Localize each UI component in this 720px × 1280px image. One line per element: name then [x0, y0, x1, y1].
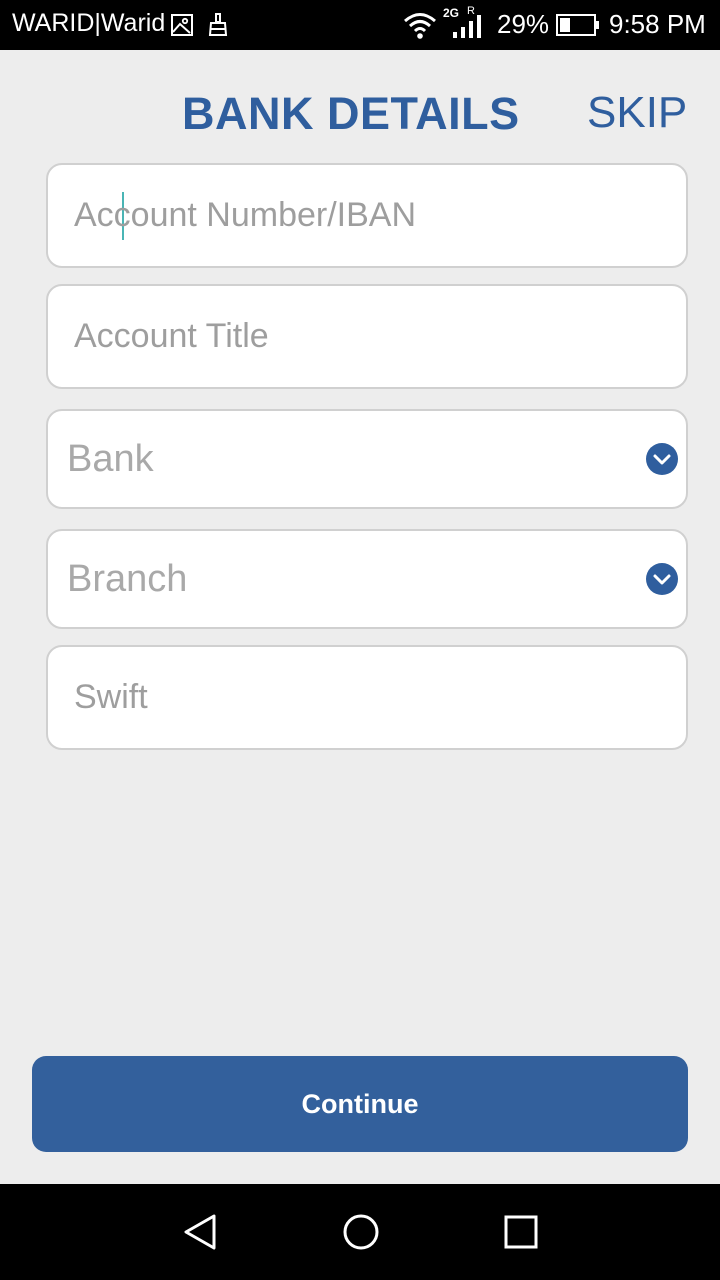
swift-field[interactable]	[46, 645, 688, 750]
bank-select-label: Bank	[67, 437, 154, 480]
carrier-name: WARID|Warid	[12, 9, 166, 37]
bank-select[interactable]: Bank	[46, 409, 688, 509]
branch-select-label: Branch	[67, 557, 188, 600]
signal-icon	[453, 15, 481, 38]
account-title-field[interactable]	[46, 284, 688, 389]
skip-button[interactable]: SKIP	[587, 88, 687, 138]
gallery-icon	[171, 14, 193, 36]
account-title-input[interactable]	[74, 286, 654, 387]
account-number-field[interactable]	[46, 163, 688, 268]
battery-percent: 29%	[497, 9, 550, 39]
status-bar: WARID|Warid 2G R 29% 9:58 PM	[0, 0, 720, 50]
battery-icon	[556, 14, 599, 36]
recent-apps-icon[interactable]	[501, 1212, 541, 1252]
chevron-down-icon[interactable]	[646, 563, 678, 595]
swift-input[interactable]	[74, 647, 654, 748]
clean-icon	[208, 13, 228, 36]
wifi-icon	[404, 13, 436, 39]
account-number-input[interactable]	[74, 165, 654, 266]
chevron-down-icon[interactable]	[646, 443, 678, 475]
page-title: BANK DETAILS	[182, 88, 520, 139]
clock: 9:58 PM	[609, 9, 706, 39]
branch-select[interactable]: Branch	[46, 529, 688, 629]
home-icon[interactable]	[341, 1212, 381, 1252]
continue-button[interactable]: Continue	[32, 1056, 688, 1152]
back-icon[interactable]	[180, 1212, 220, 1252]
navigation-bar	[0, 1184, 720, 1280]
